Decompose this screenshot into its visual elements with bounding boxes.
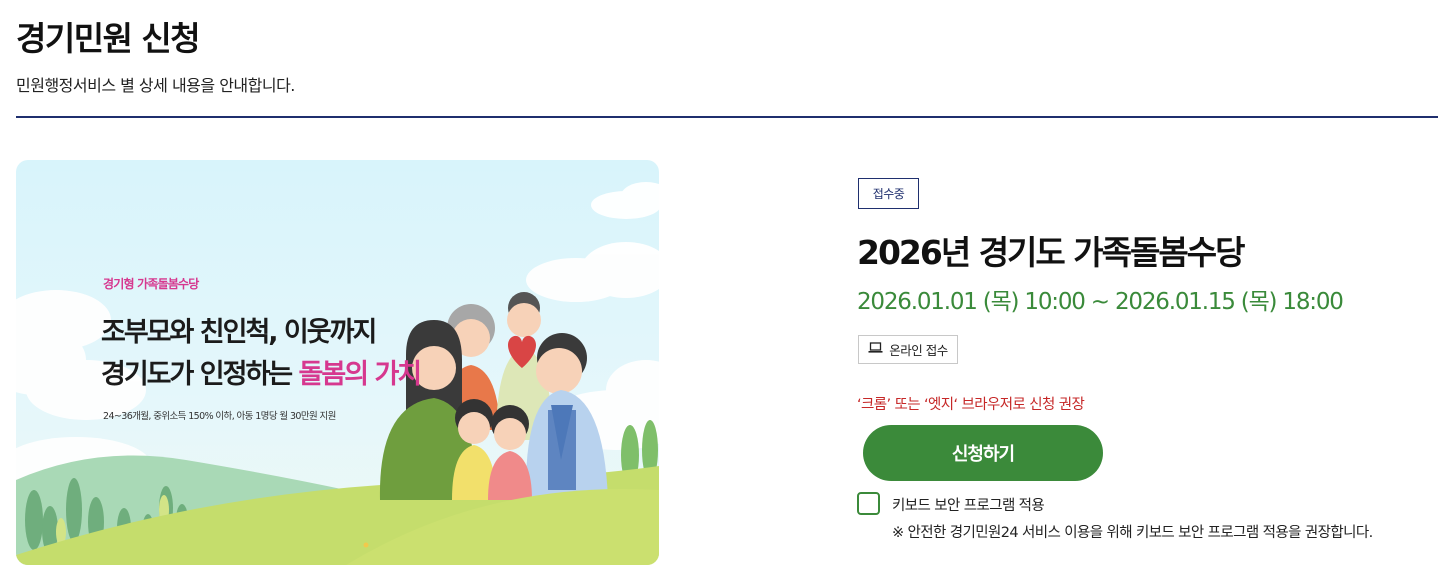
apply-button[interactable]: 신청하기: [863, 425, 1103, 481]
keyboard-security-label[interactable]: 키보드 보안 프로그램 적용: [892, 494, 1045, 515]
channel-badge: 온라인 접수: [858, 335, 958, 364]
keyboard-security-note: ※ 안전한 경기민원24 서비스 이용을 위해 키보드 보안 프로그램 적용을 …: [892, 525, 1373, 541]
service-banner-image: 경기형 가족돌봄수당 조부모와 친인척, 이웃까지 경기도가 인정하는 돌봄의 …: [16, 160, 659, 565]
status-badge: 접수중: [858, 178, 919, 209]
page-description: 민원행정서비스 별 상세 내용을 안내합니다.: [16, 76, 295, 95]
keyboard-security-checkbox[interactable]: [857, 492, 880, 515]
banner-tag: 경기형 가족돌봄수당: [103, 277, 199, 291]
laptop-icon: [868, 342, 883, 357]
browser-recommendation: ‘크롬’ 또는 ‘엣지‘ 브라우저로 신청 권장: [857, 397, 1085, 413]
application-period: 2026.01.01 (목) 10:00 ~ 2026.01.15 (목) 18…: [857, 289, 1344, 315]
banner-headline-2-main: 경기도가 인정하는: [101, 359, 299, 390]
banner-headline-2: 경기도가 인정하는 돌봄의 가치: [101, 352, 423, 391]
channel-label: 온라인 접수: [889, 343, 948, 358]
page-title: 경기민원 신청: [16, 19, 201, 58]
banner-subtext: 24~36개월, 중위소득 150% 이하, 아동 1명당 월 30만원 지원: [103, 411, 336, 422]
banner-headline-2-highlight: 돌봄의 가치: [298, 359, 423, 390]
header-divider: [16, 116, 1438, 118]
banner-headline-1: 조부모와 친인척, 이웃까지: [101, 317, 377, 348]
service-title: 2026년 경기도 가족돌봄수당: [857, 233, 1245, 272]
